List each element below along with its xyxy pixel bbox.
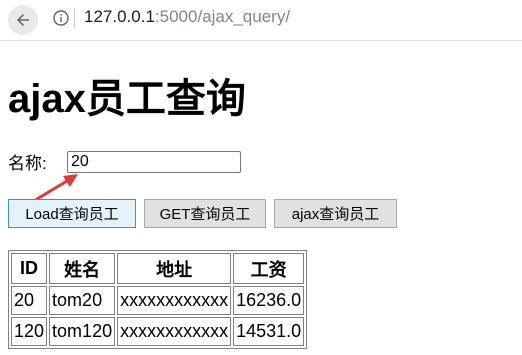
url-host: 127.0.0.1 — [84, 7, 155, 26]
cell-id: 120 — [11, 317, 48, 346]
cell-name: tom20 — [49, 286, 116, 315]
header-id: ID — [11, 253, 48, 284]
cell-id: 20 — [11, 286, 48, 315]
page-title: ajax员工查询 — [8, 77, 246, 121]
cell-name: tom120 — [49, 317, 116, 346]
ajax-query-button[interactable]: ajax查询员工 — [274, 199, 397, 228]
back-button[interactable] — [8, 5, 38, 35]
header-name: 姓名 — [49, 253, 116, 284]
table-row: 120 tom120 xxxxxxxxxxxx 14531.0 — [11, 317, 305, 346]
annotation-arrow-icon — [35, 174, 78, 201]
get-query-button[interactable]: GET查询员工 — [144, 199, 266, 228]
browser-toolbar: 127.0.0.1:5000/ajax_query/ — [0, 0, 522, 41]
cell-salary: 16236.0 — [233, 286, 305, 315]
back-arrow-icon — [17, 14, 29, 26]
cell-salary: 14531.0 — [233, 317, 305, 346]
table-row: 20 tom20 xxxxxxxxxxxx 16236.0 — [11, 286, 305, 315]
site-info-icon[interactable] — [53, 10, 69, 26]
table-header-row: ID 姓名 地址 工资 — [11, 253, 305, 284]
cell-address: xxxxxxxxxxxx — [117, 286, 232, 315]
cell-address: xxxxxxxxxxxx — [117, 317, 232, 346]
header-address: 地址 — [117, 253, 232, 284]
url-path: :5000/ajax_query/ — [154, 7, 291, 26]
load-query-button[interactable]: Load查询员工 — [8, 199, 136, 228]
name-label: 名称: — [8, 154, 47, 173]
header-salary: 工资 — [233, 253, 305, 284]
employee-table: ID 姓名 地址 工资 20 tom20 xxxxxxxxxxxx 16236.… — [8, 250, 308, 349]
name-input[interactable] — [67, 151, 241, 173]
address-separator — [74, 8, 75, 28]
address-bar[interactable]: 127.0.0.1:5000/ajax_query/ — [84, 5, 290, 29]
